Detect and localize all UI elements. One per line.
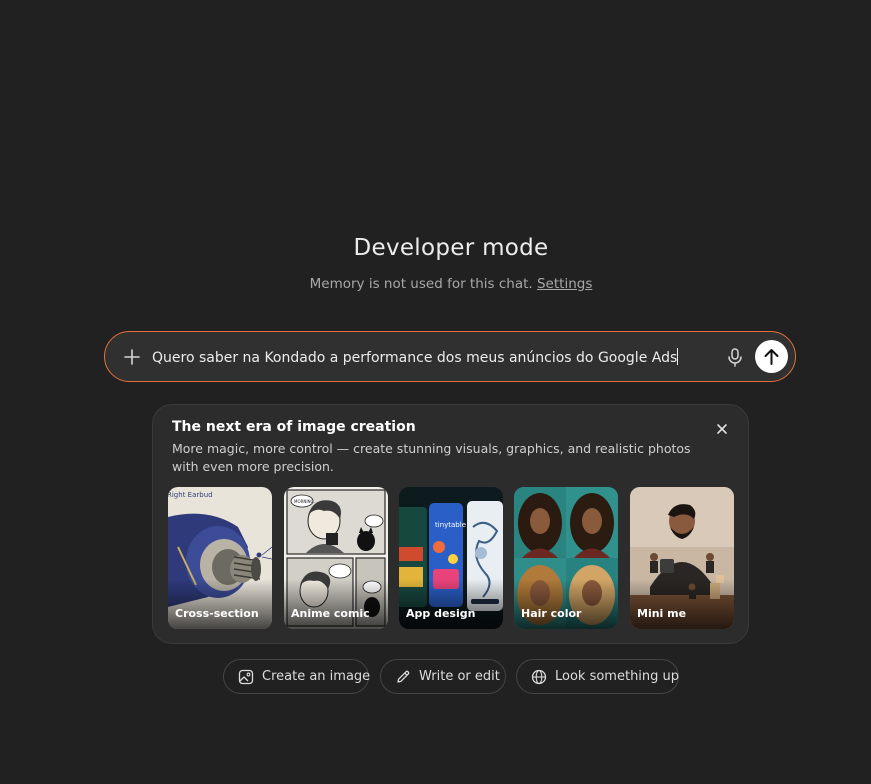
dictation-button[interactable] (724, 346, 746, 368)
promo-description: More magic, more control — create stunni… (172, 441, 691, 474)
tile-anime-comic[interactable]: MORNING. Anime comic (284, 487, 388, 629)
chat-page: Developer mode Memory is not used for th… (0, 0, 871, 784)
look-something-up-label: Look something up (555, 669, 680, 684)
prompt-input-value: Quero saber na Kondado a performance dos… (152, 350, 678, 366)
tile-label: Anime comic (291, 607, 370, 620)
tile-earbud-caption: Right Earbud (168, 491, 213, 499)
settings-link[interactable]: Settings (537, 276, 592, 292)
image-creation-promo-card: The next era of image creation More magi… (152, 404, 749, 644)
promo-close-button[interactable] (714, 421, 730, 437)
write-or-edit-button[interactable]: Write or edit (380, 659, 506, 694)
tile-comic-bubble: MORNING. (294, 499, 315, 504)
tile-shade (168, 579, 272, 629)
image-icon (238, 669, 254, 685)
page-title: Developer mode (353, 235, 549, 261)
tile-app-design[interactable]: tinytable App design (399, 487, 503, 629)
tile-label: Cross-section (175, 607, 259, 620)
prompt-composer[interactable]: Quero saber na Kondado a performance dos… (104, 331, 796, 382)
tile-label: Hair color (521, 607, 582, 620)
memory-notice-text: Memory is not used for this chat. (309, 276, 533, 292)
write-or-edit-label: Write or edit (419, 669, 500, 684)
tile-shade (399, 579, 503, 629)
tile-shade (630, 579, 734, 629)
prompt-input[interactable]: Quero saber na Kondado a performance dos… (152, 348, 679, 366)
tile-cross-section[interactable]: Right Earbud Cross-section (168, 487, 272, 629)
globe-icon (531, 669, 547, 685)
promo-title: The next era of image creation (172, 419, 416, 435)
tile-shade (514, 579, 618, 629)
tile-label: Mini me (637, 607, 687, 620)
plus-icon (124, 349, 140, 365)
look-something-up-button[interactable]: Look something up (516, 659, 679, 694)
microphone-icon (728, 348, 742, 367)
tile-hair-color[interactable]: Hair color (514, 487, 618, 629)
close-icon (717, 424, 727, 434)
arrow-up-icon (764, 349, 779, 365)
create-image-label: Create an image (262, 669, 371, 684)
add-attachment-button[interactable] (119, 344, 145, 370)
create-image-button[interactable]: Create an image (223, 659, 371, 694)
memory-notice: Memory is not used for this chat. Settin… (0, 276, 871, 292)
text-caret (677, 348, 679, 365)
send-button[interactable] (755, 340, 788, 373)
tile-mini-me[interactable]: Mini me (630, 487, 734, 629)
tile-app-caption: tinytable (435, 521, 466, 529)
tile-shade (284, 579, 388, 629)
tile-label: App design (406, 607, 476, 620)
pencil-icon (397, 670, 410, 683)
